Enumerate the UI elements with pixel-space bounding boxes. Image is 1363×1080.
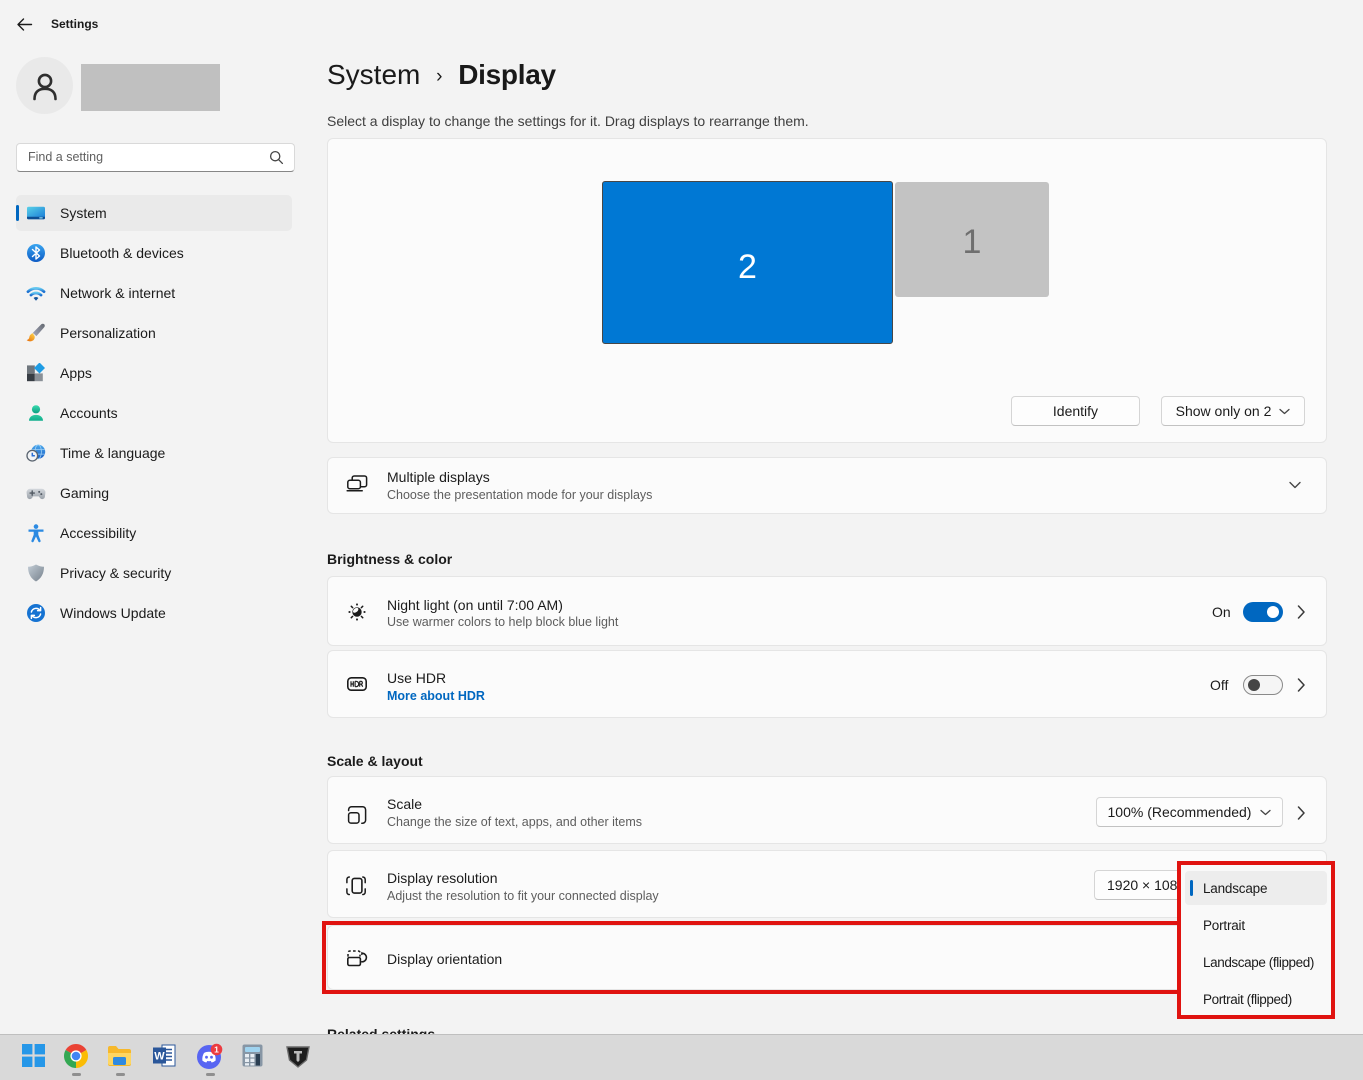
svg-text:W: W [154, 1051, 165, 1063]
svg-text:1: 1 [214, 1045, 219, 1055]
